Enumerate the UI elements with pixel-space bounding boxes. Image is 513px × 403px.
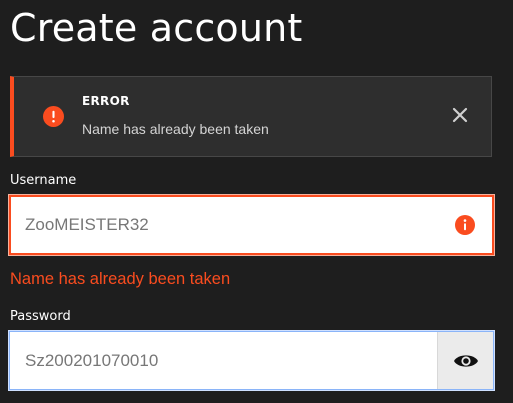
close-alert-button[interactable] xyxy=(449,104,471,126)
username-input[interactable] xyxy=(25,197,425,253)
password-input[interactable] xyxy=(25,332,425,389)
alert-circle-icon xyxy=(43,106,64,127)
info-icon xyxy=(455,215,475,235)
username-label: Username xyxy=(10,173,77,188)
username-field xyxy=(8,194,495,256)
error-alert: ERROR Name has already been taken xyxy=(10,76,492,157)
password-label: Password xyxy=(10,309,71,324)
close-icon xyxy=(452,107,468,123)
toggle-password-visibility-button[interactable] xyxy=(437,332,493,389)
username-error-message: Name has already been taken xyxy=(10,270,231,288)
page-title: Create account xyxy=(10,6,303,50)
alert-title: ERROR xyxy=(82,94,130,108)
password-field xyxy=(8,330,495,391)
alert-message: Name has already been taken xyxy=(82,121,269,137)
eye-icon xyxy=(453,354,478,367)
